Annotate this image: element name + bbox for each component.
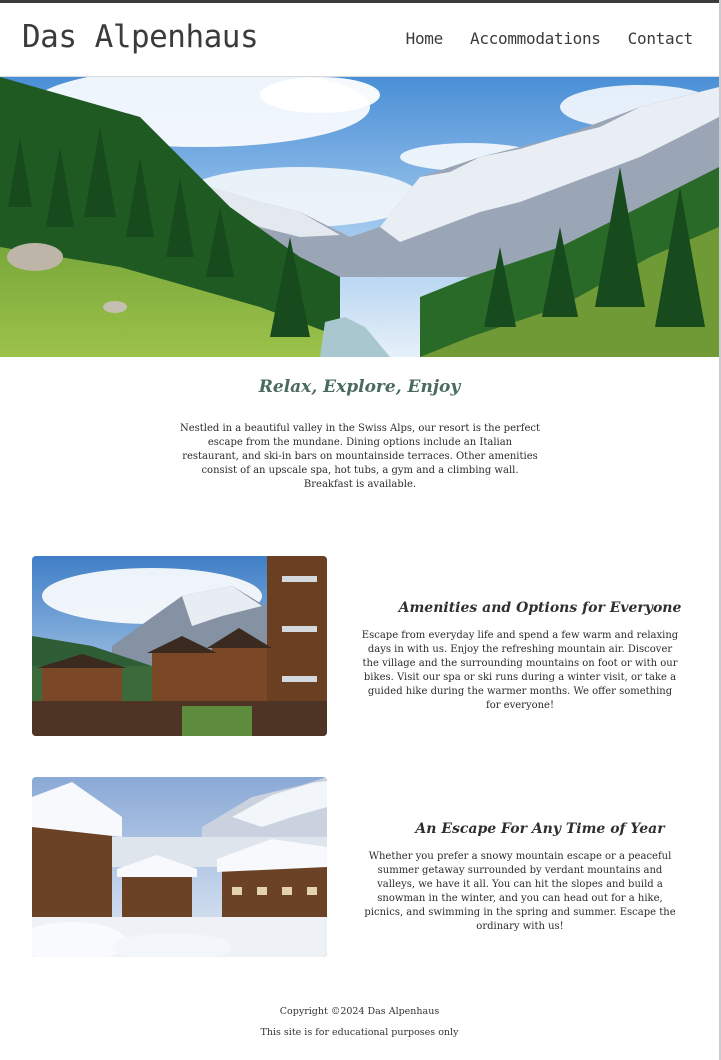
site-logo[interactable]: Das Alpenhaus (22, 19, 259, 55)
intro-title: Relax, Explore, Enjoy (258, 377, 461, 397)
nav-contact-link[interactable]: Contact (628, 29, 694, 48)
village-summer-image (32, 556, 327, 736)
main-nav: Home Accommodations Contact (406, 29, 694, 48)
hero-image (0, 77, 719, 357)
village-winter-image (32, 777, 327, 957)
page: Das Alpenhaus Home Accommodations Contac… (0, 0, 719, 1060)
section-2-title: An Escape For Any Time of Year (415, 821, 665, 837)
nav-accommodations-link[interactable]: Accommodations (470, 29, 601, 48)
footer-note: This site is for educational purposes on… (260, 1027, 459, 1038)
section-1-title: Amenities and Options for Everyone (398, 600, 682, 616)
site-header: Das Alpenhaus Home Accommodations Contac… (0, 3, 719, 77)
nav-home-link[interactable]: Home (406, 29, 444, 48)
footer-copyright: Copyright ©2024 Das Alpenhaus (279, 1006, 440, 1017)
intro-text: Nestled in a beautiful valley in the Swi… (179, 423, 541, 490)
section-2-text: Whether you prefer a snowy mountain esca… (364, 851, 676, 932)
section-1-text: Escape from everyday life and spend a fe… (361, 630, 679, 711)
window-top-border (0, 0, 721, 3)
